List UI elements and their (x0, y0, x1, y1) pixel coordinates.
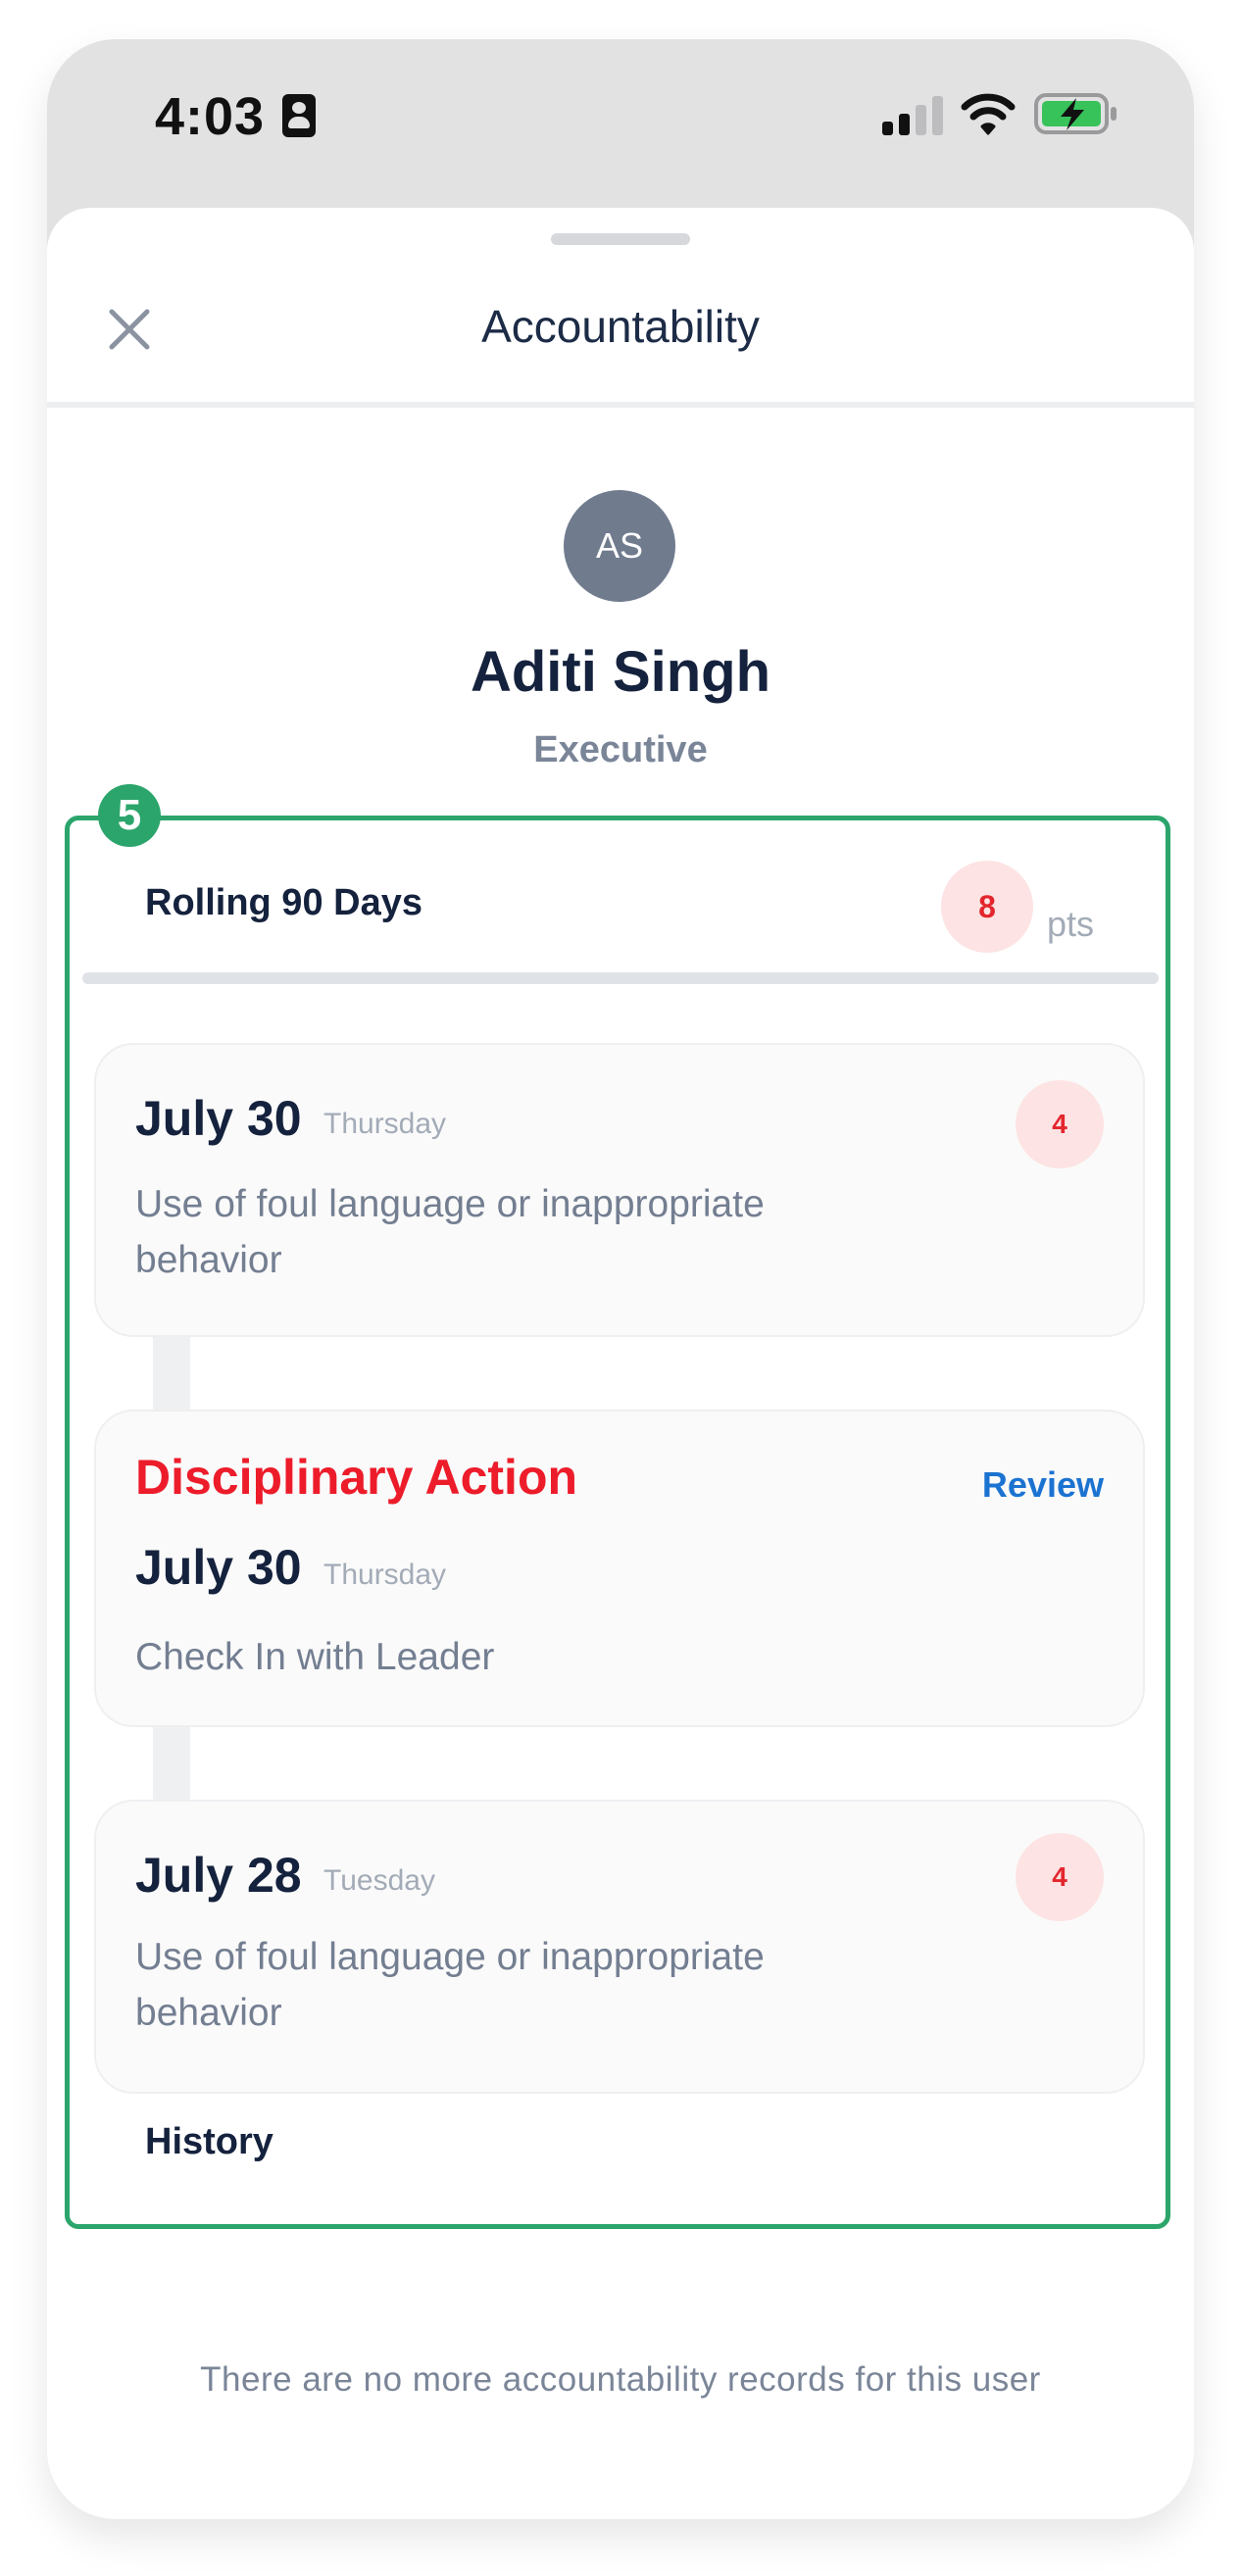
status-time: 4:03 (155, 87, 266, 146)
record-card[interactable]: July 30 Thursday 4 Use of foul language … (94, 1043, 1145, 1337)
signal-icon (882, 96, 943, 135)
record-points-badge: 4 (1016, 1833, 1104, 1921)
record-date: July 28 (135, 1848, 302, 1903)
avatar: AS (564, 490, 675, 602)
record-points-badge: 4 (1016, 1080, 1104, 1168)
record-day: Tuesday (323, 1864, 435, 1897)
accountability-sheet: Accountability AS Aditi Singh Executive … (47, 208, 1194, 2519)
record-description: Use of foul language or inappropriate be… (135, 1936, 765, 2034)
record-description: Use of foul language or inappropriate be… (135, 1183, 765, 1281)
history-section-title: History (145, 2121, 273, 2162)
sim-card-icon (282, 94, 316, 137)
rolling-progress-bar (82, 972, 1159, 984)
record-card[interactable]: July 28 Tuesday 4 Use of foul language o… (94, 1800, 1145, 2094)
phone-screen: 4:03 Accountability AS Aditi Singh Execu… (47, 39, 1194, 2519)
timeline-connector (153, 1333, 190, 1410)
rolling-period-label: Rolling 90 Days (145, 882, 422, 923)
points-unit-label: pts (1047, 904, 1095, 944)
sheet-grabber[interactable] (551, 233, 690, 245)
record-day: Thursday (323, 1108, 447, 1140)
record-date: July 30 (135, 1540, 302, 1595)
review-link[interactable]: Review (982, 1464, 1104, 1506)
record-description: Check In with Leader (135, 1636, 495, 1678)
battery-charging-icon (1034, 93, 1117, 134)
total-points-badge: 8 (941, 861, 1033, 953)
empty-history-message: There are no more accountability records… (200, 2360, 1041, 2399)
record-day: Thursday (323, 1559, 447, 1591)
disciplinary-action-title: Disciplinary Action (135, 1450, 578, 1505)
user-role: Executive (533, 729, 708, 770)
header-divider (47, 402, 1194, 408)
timeline-connector (153, 1725, 190, 1802)
step-number-badge: 5 (98, 784, 161, 847)
wifi-icon (961, 93, 1016, 135)
disciplinary-action-card[interactable]: Disciplinary Action Review July 30 Thurs… (94, 1410, 1145, 1727)
page-title: Accountability (481, 301, 760, 352)
user-name: Aditi Singh (470, 640, 771, 704)
record-date: July 30 (135, 1091, 302, 1146)
